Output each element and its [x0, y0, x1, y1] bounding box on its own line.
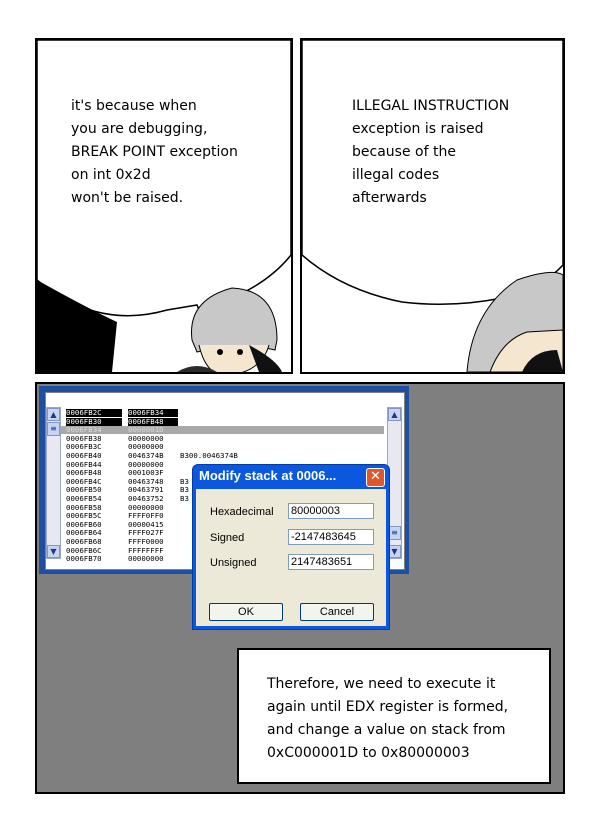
caption-line: and change a value on stack from: [267, 722, 506, 738]
scroll-up-icon[interactable]: ▲: [388, 408, 401, 421]
stack-addr: 0006FB68: [66, 537, 102, 546]
dialog-body: Hexadecimal 80000003 Signed -2147483645 …: [196, 489, 386, 626]
stack-val: 0001003F: [128, 468, 164, 478]
hexadecimal-input[interactable]: 80000003: [288, 503, 374, 519]
caption-line: BREAK POINT exception: [71, 144, 238, 160]
caption-line: afterwards: [352, 190, 427, 206]
stack-val: 0046374B: [128, 451, 164, 460]
stack-addr: 0006FB40: [66, 451, 102, 460]
stack-cmt: B3: [180, 494, 189, 503]
scroll-down-icon[interactable]: ▼: [47, 545, 60, 558]
stack-addr: 0006FB34: [66, 426, 122, 435]
stack-row[interactable]: 0006FB34 0000001D: [46, 426, 384, 435]
caption-line: you are debugging,: [71, 121, 208, 137]
stack-addr: 0006FB5C: [66, 511, 102, 521]
caption-line: again until EDX register is formed,: [267, 699, 509, 715]
stack-val: 00463752: [128, 494, 164, 503]
caption-line: Therefore, we need to execute it: [267, 676, 496, 692]
stack-cmt: B300.0046374B: [180, 451, 238, 460]
eye-left: [217, 349, 223, 355]
panel-1-caption: it's because when you are debugging, BRE…: [71, 95, 238, 210]
stack-addr: 0006FB48: [66, 468, 102, 478]
scroll-thumb[interactable]: ≡: [47, 422, 60, 436]
unsigned-input[interactable]: 2147483651: [288, 554, 374, 570]
left-scrollbar[interactable]: ▲ ≡ ▼: [46, 407, 61, 559]
narration-box: Therefore, we need to execute it again u…: [237, 648, 551, 784]
eye-right: [237, 349, 243, 355]
stack-val: FFFF0FF0: [128, 511, 164, 521]
comic-panel-3: 0006FB2C 0006FB34 0006FB30 0006FB48 0006FB34…: [35, 382, 565, 794]
caption-line: because of the: [352, 144, 456, 160]
comic-panel-1: it's because when you are debugging, BRE…: [35, 38, 293, 374]
unsigned-label: Unsigned: [210, 557, 257, 569]
cancel-button[interactable]: Cancel: [300, 603, 374, 621]
caption-line: exception is raised: [352, 121, 484, 137]
modify-stack-dialog: Modify stack at 0006... ✕ Hexadecimal 80…: [192, 464, 390, 630]
caption-line: illegal codes: [352, 167, 440, 183]
stack-val: 0006FB34: [128, 409, 178, 417]
comic-panel-2: ILLEGAL INSTRUCTION exception is raised …: [300, 38, 565, 374]
stack-val: 0000001D: [128, 426, 178, 435]
ok-button[interactable]: OK: [209, 603, 283, 621]
caption-line: ILLEGAL INSTRUCTION: [352, 98, 510, 114]
hexadecimal-label: Hexadecimal: [210, 506, 274, 518]
dialog-title: Modify stack at 0006...: [199, 468, 337, 483]
caption-line: 0xC000001D to 0x80000003: [267, 745, 470, 761]
panel-2-caption: ILLEGAL INSTRUCTION exception is raised …: [352, 95, 509, 210]
panel-3-caption: Therefore, we need to execute it again u…: [267, 673, 508, 765]
stack-addr: 0006FB70: [66, 554, 102, 564]
stack-addr: 0006FB2C: [66, 409, 122, 417]
signed-input[interactable]: -2147483645: [288, 529, 374, 545]
close-icon[interactable]: ✕: [366, 468, 385, 487]
caption-line: it's because when: [71, 98, 197, 114]
caption-line: won't be raised.: [71, 190, 184, 206]
stack-val: 00000000: [128, 554, 164, 564]
scroll-up-icon[interactable]: ▲: [47, 408, 60, 421]
caption-line: on int 0x2d: [71, 167, 151, 183]
stack-val: FFFF0000: [128, 537, 164, 546]
signed-label: Signed: [210, 532, 245, 544]
stack-addr: 0006FB54: [66, 494, 102, 503]
